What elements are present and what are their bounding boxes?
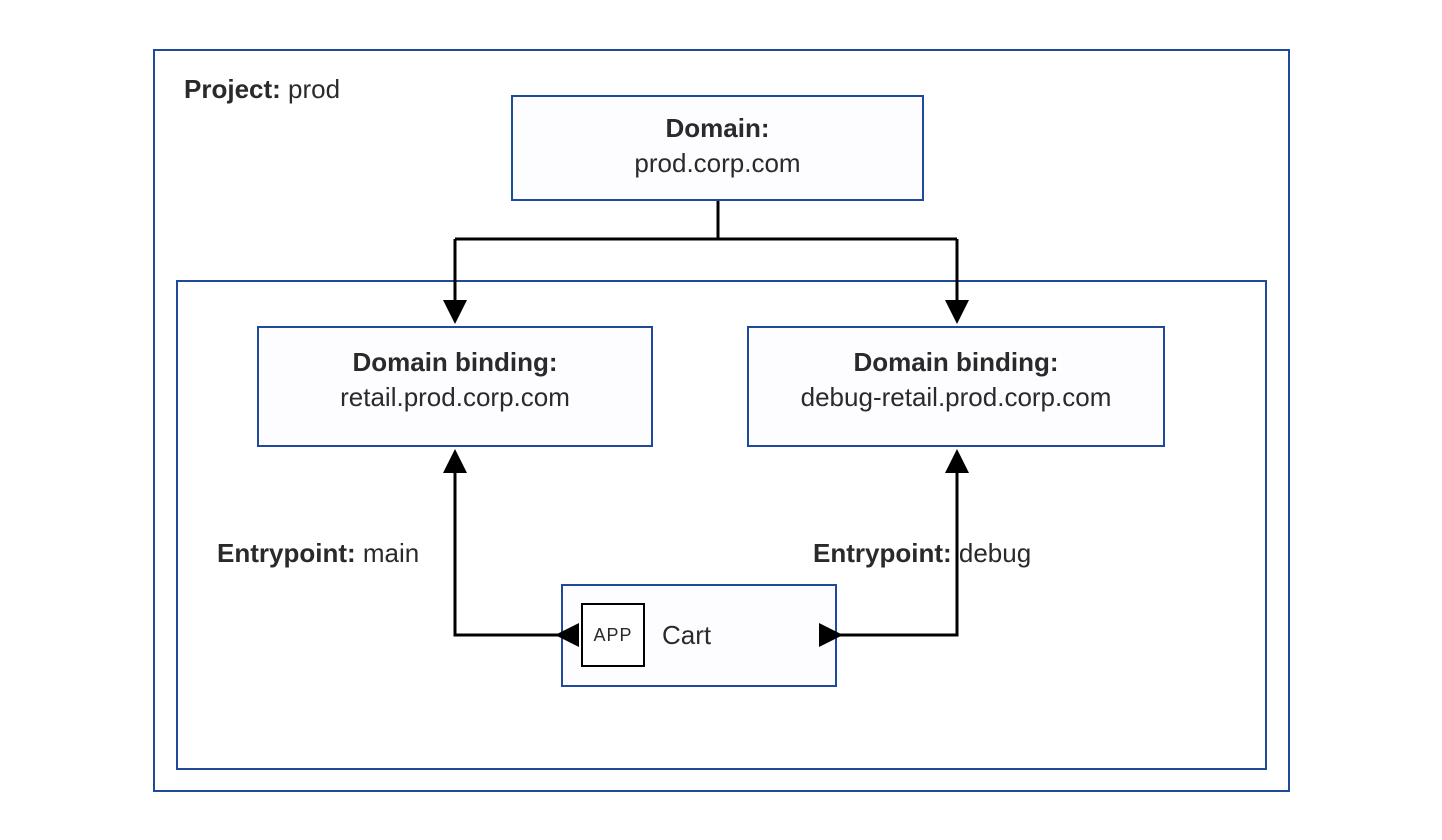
- domain-binding-left-text: Domain binding: retail.prod.corp.com: [257, 347, 653, 413]
- app-name-label: Cart: [662, 620, 711, 651]
- domain-binding-right-title: Domain binding:: [747, 347, 1165, 378]
- app-badge: APP: [581, 603, 645, 667]
- diagram-canvas: Project: prod Domain: prod.corp.com Doma…: [0, 0, 1442, 840]
- domain-binding-left-value: retail.prod.corp.com: [257, 382, 653, 413]
- app-badge-text: APP: [593, 625, 632, 646]
- project-label: Project: prod: [184, 74, 340, 105]
- entrypoint-right-key: Entrypoint:: [813, 538, 952, 568]
- entrypoint-right-value: debug: [959, 538, 1031, 568]
- domain-value: prod.corp.com: [511, 148, 924, 179]
- domain-binding-right-text: Domain binding: debug-retail.prod.corp.c…: [747, 347, 1165, 413]
- entrypoint-left-value: main: [363, 538, 419, 568]
- project-label-value: prod: [288, 74, 340, 104]
- domain-text: Domain: prod.corp.com: [511, 113, 924, 179]
- app-name-text: Cart: [662, 620, 711, 650]
- entrypoint-left-label: Entrypoint: main: [217, 538, 419, 569]
- domain-title: Domain:: [511, 113, 924, 144]
- entrypoint-left-key: Entrypoint:: [217, 538, 356, 568]
- project-label-key: Project:: [184, 74, 281, 104]
- entrypoint-right-label: Entrypoint: debug: [813, 538, 1031, 569]
- domain-binding-right-value: debug-retail.prod.corp.com: [747, 382, 1165, 413]
- domain-binding-left-title: Domain binding:: [257, 347, 653, 378]
